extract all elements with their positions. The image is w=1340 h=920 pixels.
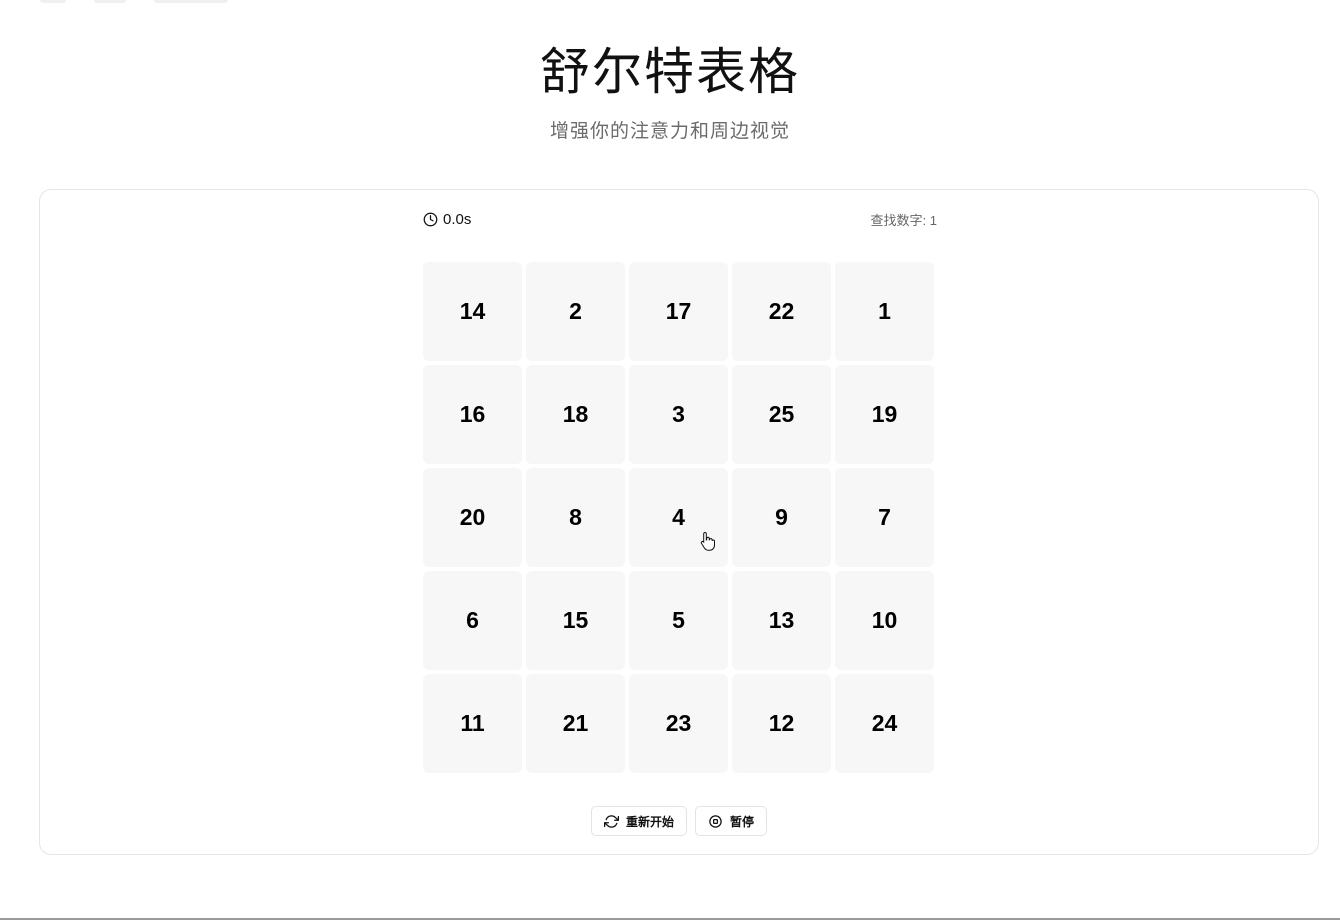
grid-cell[interactable]: 21	[526, 674, 625, 773]
restart-label: 重新开始	[625, 814, 674, 829]
grid-cell[interactable]: 10	[835, 571, 934, 670]
grid-cell[interactable]: 16	[423, 365, 522, 464]
grid-cell[interactable]: 11	[423, 674, 522, 773]
target-number-label: 查找数字: 1	[870, 212, 937, 228]
top-nav-remnant	[40, 0, 228, 4]
grid-cell[interactable]: 12	[732, 674, 831, 773]
grid-cell[interactable]: 25	[732, 365, 831, 464]
restart-button[interactable]: 重新开始	[590, 806, 687, 836]
grid-cell[interactable]: 9	[732, 468, 831, 567]
grid-cell[interactable]: 23	[629, 674, 728, 773]
pause-label: 暂停	[730, 814, 755, 829]
grid-cell[interactable]: 2	[526, 262, 625, 361]
grid-cell[interactable]: 22	[732, 262, 831, 361]
page-subtitle: 增强你的注意力和周边视觉	[549, 121, 790, 142]
grid-cell[interactable]: 19	[835, 365, 934, 464]
grid-cell[interactable]: 8	[526, 468, 625, 567]
number-grid: 14 2 17 22 1 16 18 3 25 19 20 8 4 9 7 6 15 5 13 10 11 21 23 12 2…	[423, 262, 934, 773]
clock-icon	[423, 212, 438, 227]
refresh-icon	[603, 814, 619, 829]
control-bar: 重新开始 暂停	[40, 806, 1318, 836]
stats-bar: 0.0s 查找数字: 1	[423, 209, 937, 229]
pause-button[interactable]: 暂停	[695, 806, 768, 836]
grid-cell[interactable]: 13	[732, 571, 831, 670]
pause-circle-icon	[708, 814, 723, 829]
game-card: 0.0s 查找数字: 1 14 2 17 22 1 16 18 3 25 19 20 8 4 9 7 6 15 5…	[39, 189, 1319, 855]
grid-cell[interactable]: 4	[629, 468, 728, 567]
grid-cell[interactable]: 17	[629, 262, 728, 361]
timer-value: 0.0s	[443, 210, 472, 228]
grid-cell[interactable]: 15	[526, 571, 625, 670]
grid-cell[interactable]: 5	[629, 571, 728, 670]
grid-cell[interactable]: 3	[629, 365, 728, 464]
page-title: 舒尔特表格	[540, 44, 800, 100]
grid-cell[interactable]: 7	[835, 468, 934, 567]
grid-cell[interactable]: 18	[526, 365, 625, 464]
grid-cell[interactable]: 14	[423, 262, 522, 361]
timer: 0.0s	[423, 211, 471, 228]
schulte-table-page: 舒尔特表格 增强你的注意力和周边视觉 0.0s 查找数字: 1 14 2 17 22 1…	[0, 0, 1340, 920]
grid-cell[interactable]: 24	[835, 674, 934, 773]
header: 舒尔特表格 增强你的注意力和周边视觉	[0, 40, 1340, 143]
grid-cell[interactable]: 1	[835, 262, 934, 361]
grid-cell[interactable]: 6	[423, 571, 522, 670]
grid-cell[interactable]: 20	[423, 468, 522, 567]
